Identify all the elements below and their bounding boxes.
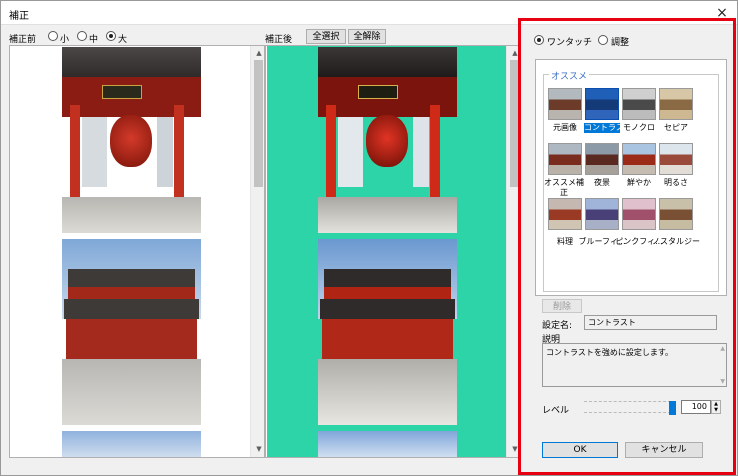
setting-name-field[interactable]: コントラスト	[584, 315, 717, 330]
window-title: 補正	[9, 11, 29, 22]
delete-button[interactable]: 削除	[542, 299, 582, 313]
mode-onetouch-radio[interactable]	[534, 35, 544, 45]
preset-group-label: オススメ	[549, 69, 590, 82]
preset-list[interactable]: オススメ 元画像 コントラスト モノクロ セピア オススメ補正 夜景 鮮やか 明…	[535, 59, 727, 296]
before-photo-gate-1[interactable]	[62, 47, 201, 233]
scroll-down-icon[interactable]: ▼	[251, 442, 264, 456]
preset-thumb-original[interactable]	[548, 88, 582, 120]
size-medium-label[interactable]: 中	[89, 32, 98, 45]
preset-label-brightness[interactable]: 明るさ	[652, 178, 700, 188]
preset-label-nostalgia[interactable]: ノスタルジー	[652, 237, 700, 247]
preset-thumb-night[interactable]	[585, 143, 619, 175]
mode-onetouch-label[interactable]: ワンタッチ	[547, 35, 592, 48]
memo-scroll-down-icon[interactable]: ▼	[720, 378, 725, 385]
description-field[interactable]: コントラストを強めに設定します。 ▲ ▼	[542, 343, 727, 387]
mode-adjust-radio[interactable]	[598, 35, 608, 45]
level-label: レベル	[542, 406, 570, 416]
preset-thumb-blue-filter[interactable]	[585, 198, 619, 230]
after-image-list[interactable]: ▲ ▼	[265, 45, 521, 458]
after-photo-3[interactable]	[318, 431, 457, 457]
deselect-all-button[interactable]: 全解除	[348, 29, 386, 44]
mode-adjust-label[interactable]: 調整	[611, 35, 629, 48]
level-slider-thumb[interactable]	[669, 401, 676, 415]
size-small-label[interactable]: 小	[60, 32, 69, 45]
size-medium-radio[interactable]	[77, 31, 87, 41]
level-input[interactable]: 100	[681, 400, 711, 414]
memo-scroll-up-icon[interactable]: ▲	[720, 345, 725, 352]
preset-thumb-contrast[interactable]	[585, 88, 619, 120]
preset-label-original[interactable]: 元画像	[541, 123, 589, 133]
preset-thumb-pink-filter[interactable]	[622, 198, 656, 230]
select-all-button[interactable]: 全選択	[306, 29, 346, 44]
before-image-list[interactable]: ▲ ▼	[9, 45, 265, 458]
size-small-radio[interactable]	[48, 31, 58, 41]
ok-button[interactable]: OK	[542, 442, 618, 458]
spin-down-icon[interactable]: ▼	[712, 407, 720, 413]
after-photo-gate-2[interactable]	[318, 239, 457, 425]
after-photo-gate-1[interactable]	[318, 47, 457, 233]
preset-thumb-brightness[interactable]	[659, 143, 693, 175]
cancel-button[interactable]: キャンセル	[625, 442, 703, 458]
preset-thumb-sepia[interactable]	[659, 88, 693, 120]
before-label: 補正前	[9, 35, 37, 45]
preset-thumb-nostalgia[interactable]	[659, 198, 693, 230]
description-text: コントラストを強めに設定します。	[546, 348, 674, 357]
before-photo-gate-2[interactable]	[62, 239, 201, 425]
size-large-label[interactable]: 大	[118, 32, 127, 45]
after-label: 補正後	[265, 35, 293, 45]
preset-thumb-monochrome[interactable]	[622, 88, 656, 120]
size-large-radio[interactable]	[106, 31, 116, 41]
level-slider[interactable]	[584, 401, 676, 415]
scroll-up-icon[interactable]: ▲	[251, 46, 264, 60]
setting-name-label: 設定名:	[542, 321, 573, 331]
preset-thumb-vivid[interactable]	[622, 143, 656, 175]
preset-thumb-recommended[interactable]	[548, 143, 582, 175]
preset-thumb-food[interactable]	[548, 198, 582, 230]
before-scroll-thumb[interactable]	[254, 60, 263, 187]
level-spin-buttons[interactable]: ▲ ▼	[711, 400, 721, 414]
preset-label-sepia[interactable]: セピア	[652, 123, 700, 133]
before-photo-3[interactable]	[62, 431, 201, 457]
correction-dialog: 補正 × 補正前 小 中 大 補正後 全選択 全解除 ▲ ▼ ▲ ▼ ワンタッチ…	[0, 0, 738, 476]
before-scrollbar[interactable]: ▲ ▼	[250, 46, 264, 457]
